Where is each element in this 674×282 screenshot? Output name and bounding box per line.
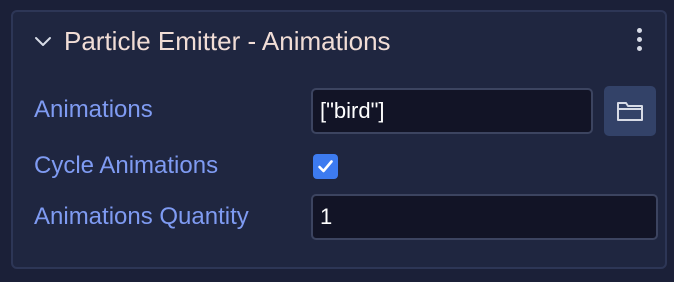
chevron-down-icon[interactable] [33, 32, 53, 52]
animations-quantity-label: Animations Quantity [34, 203, 249, 230]
cycle-animations-checkbox[interactable] [313, 154, 338, 179]
animations-quantity-input[interactable] [311, 194, 658, 240]
browse-animations-button[interactable] [604, 86, 656, 136]
animations-input[interactable] [311, 88, 593, 134]
panel-title: Particle Emitter - Animations [64, 26, 391, 56]
animations-label: Animations [34, 96, 153, 123]
cycle-animations-label: Cycle Animations [34, 152, 219, 179]
panel-header[interactable]: Particle Emitter - Animations [13, 12, 665, 70]
folder-icon [617, 102, 643, 121]
more-vertical-icon[interactable] [633, 28, 645, 56]
checkmark-icon [318, 160, 333, 173]
particle-emitter-animations-panel: Particle Emitter - Animations Animations… [11, 10, 667, 269]
